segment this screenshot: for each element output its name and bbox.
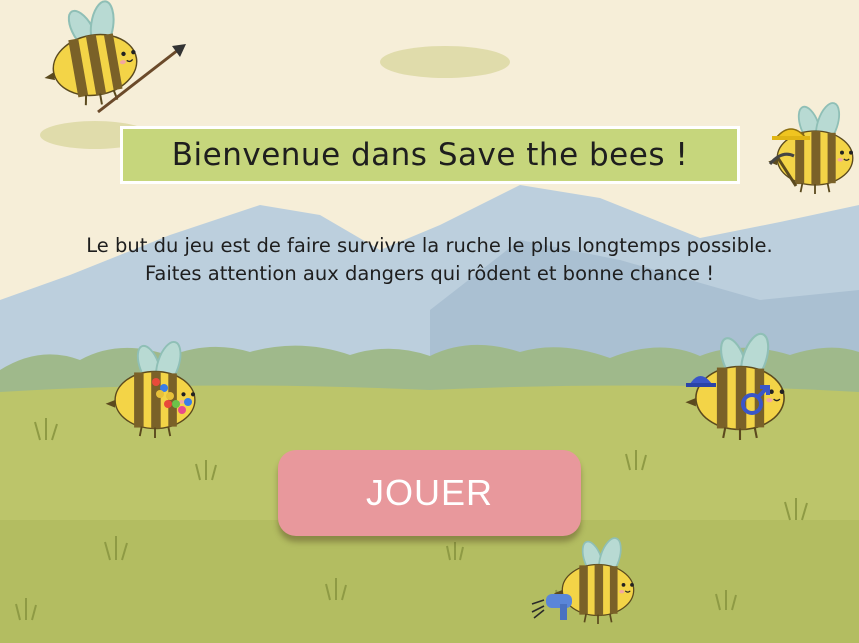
cloud (380, 46, 510, 78)
description-line-1: Le but du jeu est de faire survivre la r… (86, 234, 773, 257)
page-title: Bienvenue dans Save the bees ! (171, 137, 689, 173)
meadow-band (0, 520, 859, 643)
title-banner: Bienvenue dans Save the bees ! (120, 126, 740, 184)
play-button-label: JOUER (365, 472, 493, 513)
description-line-2: Faites attention aux dangers qui rôdent … (144, 262, 715, 285)
background-scene (0, 0, 859, 643)
play-button[interactable]: JOUER (278, 450, 581, 536)
game-description: Le but du jeu est de faire survivre la r… (0, 232, 859, 288)
